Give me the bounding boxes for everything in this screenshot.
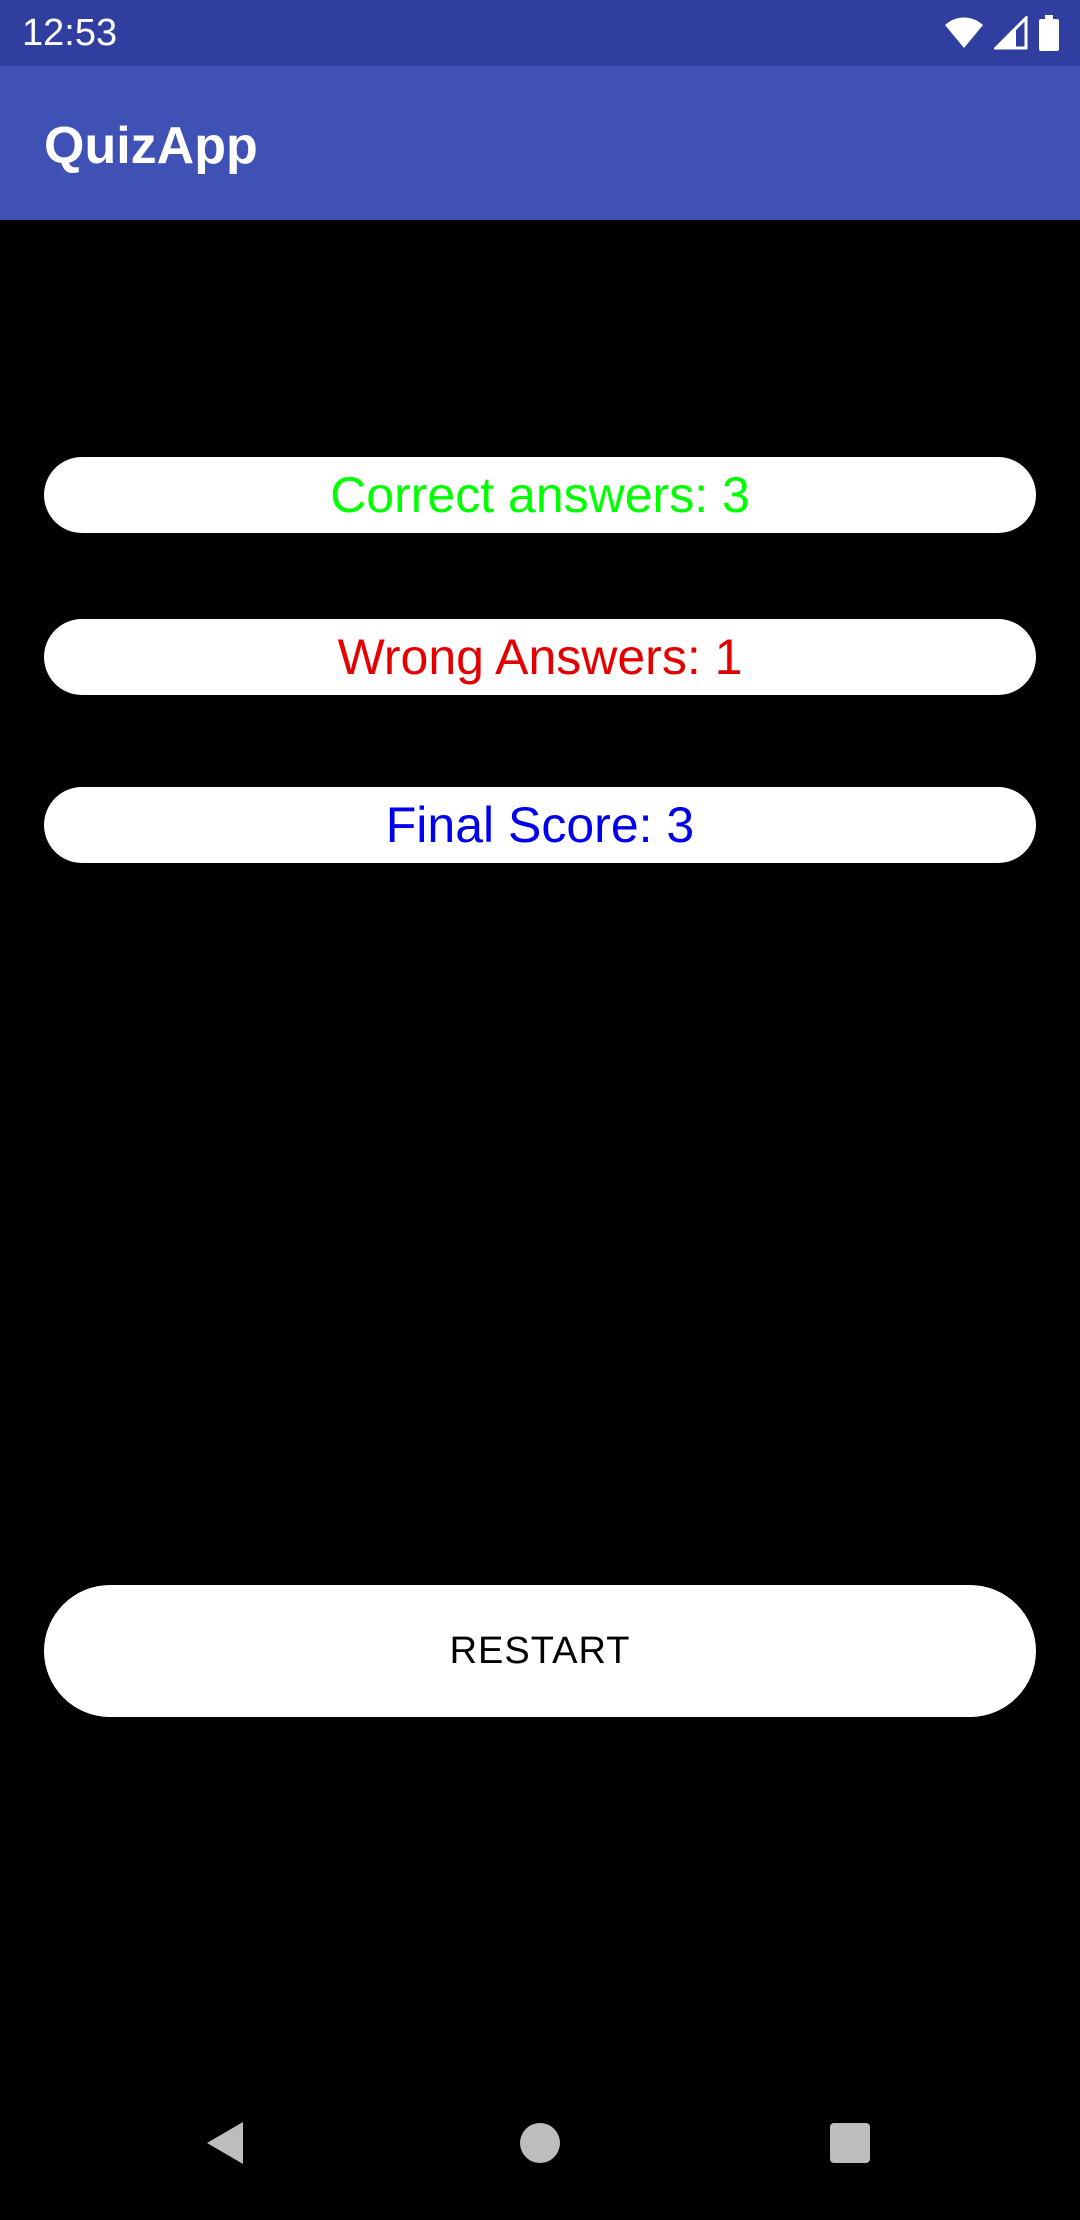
home-button[interactable]: [505, 2110, 575, 2180]
back-icon: [203, 2119, 247, 2172]
correct-answers-label: Correct answers: 3: [44, 457, 1036, 533]
correct-answers-text: Correct answers: 3: [330, 467, 750, 523]
restart-button-label: RESTART: [449, 1629, 631, 1672]
back-button[interactable]: [190, 2110, 260, 2180]
battery-icon: [1038, 15, 1060, 51]
recents-button[interactable]: [815, 2110, 885, 2180]
app-title: QuizApp: [44, 117, 258, 175]
restart-button[interactable]: RESTART: [44, 1585, 1036, 1717]
app-bar: QuizApp: [0, 66, 1080, 220]
recents-icon: [829, 2122, 871, 2169]
cell-signal-icon: [994, 16, 1028, 50]
status-icons: [944, 14, 1060, 52]
results-content: Correct answers: 3 Wrong Answers: 1 Fina…: [0, 220, 1080, 2070]
final-score-label: Final Score: 3: [44, 787, 1036, 863]
wrong-answers-text: Wrong Answers: 1: [337, 629, 743, 685]
home-icon: [519, 2122, 561, 2169]
navigation-bar: [0, 2070, 1080, 2220]
wifi-icon: [944, 16, 984, 50]
quiz-result-screen: 12:53 QuizApp Correct answers: 3 Wrong A…: [0, 0, 1080, 2220]
status-time: 12:53: [22, 12, 118, 54]
status-bar: 12:53: [0, 0, 1080, 66]
wrong-answers-label: Wrong Answers: 1: [44, 619, 1036, 695]
final-score-text: Final Score: 3: [385, 797, 695, 853]
